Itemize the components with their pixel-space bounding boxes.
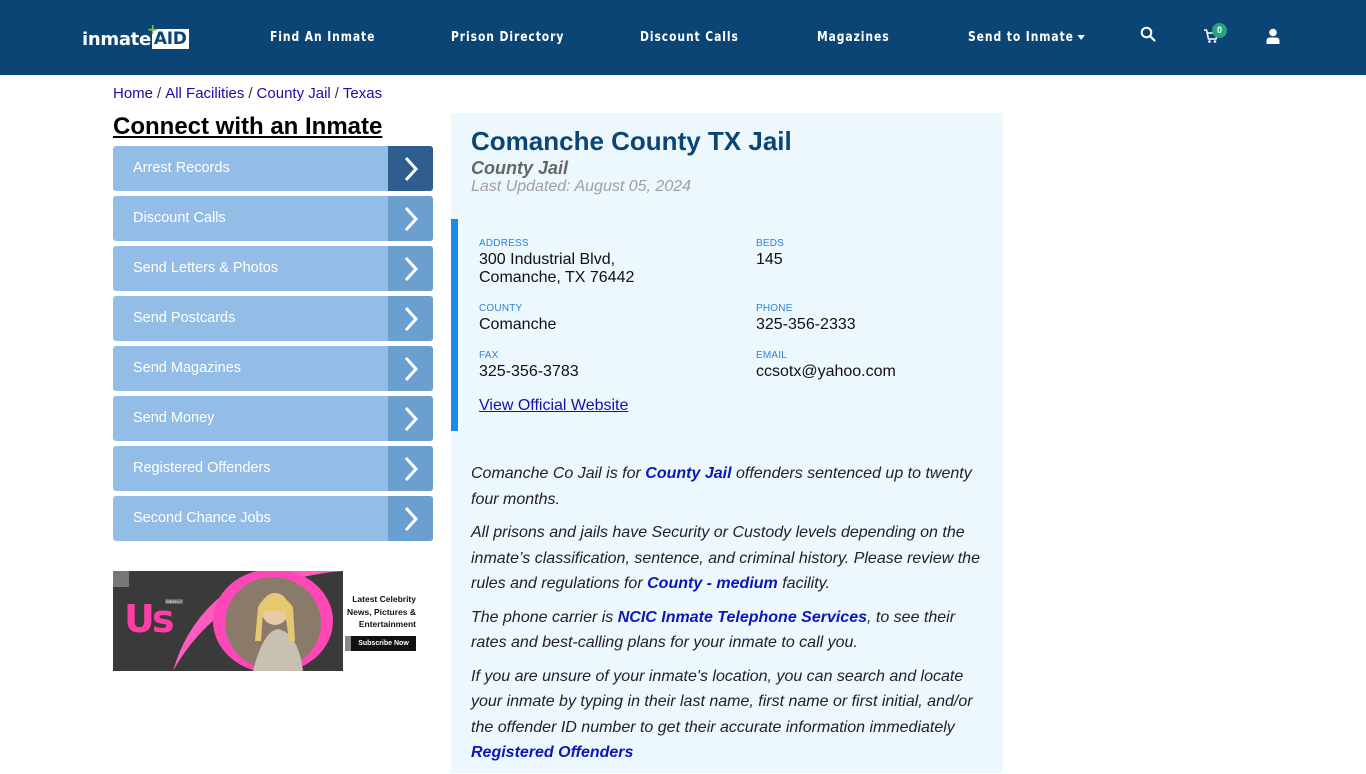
text-span: Comanche Co Jail is for — [471, 465, 646, 482]
ncic-phone-link[interactable]: NCIC Inmate Telephone Services — [618, 609, 867, 626]
text-span: If you are unsure of your inmate's locat… — [471, 667, 973, 736]
county-value: Comanche — [479, 316, 557, 333]
county-medium-link[interactable]: County - medium — [647, 575, 778, 592]
logo-text-accent: + AID — [147, 22, 189, 49]
text-span: The phone carrier is — [471, 608, 618, 626]
description-paragraph-3: The phone carrier is NCIC Inmate Telepho… — [471, 605, 991, 656]
ad-line-1: Latest Celebrity — [352, 594, 416, 604]
sidebar-item-second-chance-jobs[interactable]: Second Chance Jobs — [113, 496, 433, 541]
email-value[interactable]: ccsotx@yahoo.com — [756, 363, 896, 381]
sidebar-item-label: Registered Offenders — [133, 460, 271, 476]
beds-label: BEDS — [756, 238, 785, 249]
plus-icon: + — [146, 22, 159, 38]
nav-send-to-inmate-label: Send to Inmate — [968, 30, 1074, 45]
address-field: ADDRESS 300 Industrial Blvd, Comanche, T… — [479, 238, 634, 287]
official-website-link[interactable]: View Official Website — [479, 397, 628, 415]
sidebar-item-send-postcards[interactable]: Send Postcards — [113, 296, 433, 341]
breadcrumb-home[interactable]: Home — [113, 85, 153, 102]
description-paragraph-2: All prisons and jails have Security or C… — [471, 520, 991, 597]
address-line-2: Comanche, TX 76442 — [479, 269, 635, 286]
phone-value[interactable]: 325-356-2333 — [756, 316, 856, 334]
last-updated: Last Updated: August 05, 2024 — [471, 178, 692, 195]
search-button[interactable] — [1140, 26, 1160, 46]
fax-field: FAX 325-356-3783 — [479, 350, 579, 381]
nav-find-an-inmate[interactable]: Find An Inmate — [270, 30, 375, 45]
chevron-right-icon — [388, 446, 433, 491]
chevron-right-icon — [388, 246, 433, 291]
county-label: COUNTY — [479, 303, 523, 314]
ad-brand-sub: WEEKLY — [165, 599, 184, 604]
description-paragraph-4: If you are unsure of your inmate's locat… — [471, 664, 991, 766]
sidebar-item-label: Send Postcards — [133, 310, 236, 326]
facility-description: Comanche Co Jail is for County Jail offe… — [471, 461, 991, 774]
sidebar-item-label: Send Money — [133, 410, 215, 426]
sidebar-item-label: Second Chance Jobs — [133, 510, 271, 526]
sidebar-item-label: Arrest Records — [133, 160, 230, 176]
ad-line-3: Entertainment — [358, 619, 416, 629]
sidebar-item-send-letters-photos[interactable]: Send Letters & Photos — [113, 246, 433, 291]
breadcrumb-texas[interactable]: Texas — [343, 85, 382, 102]
breadcrumb-county-jail[interactable]: County Jail — [257, 85, 331, 102]
email-label: EMAIL — [756, 350, 788, 361]
search-icon — [1140, 26, 1156, 42]
sidebar-item-registered-offenders[interactable]: Registered Offenders — [113, 446, 433, 491]
description-paragraph-1: Comanche Co Jail is for County Jail offe… — [471, 461, 991, 512]
address-line-1: 300 Industrial Blvd, — [479, 251, 616, 268]
beds-field: BEDS 145 — [756, 238, 784, 269]
top-navigation: inmate + AID Find An Inmate Prison Direc… — [0, 0, 1366, 75]
county-jail-link[interactable]: County Jail — [645, 465, 731, 482]
chevron-right-icon — [388, 196, 433, 241]
ad-subscribe-button[interactable]: Subscribe Now — [345, 636, 416, 651]
chevron-right-icon — [388, 396, 433, 441]
fax-value: 325-356-3783 — [479, 363, 579, 380]
nav-send-to-inmate[interactable]: Send to Inmate — [968, 30, 1085, 45]
address-label: ADDRESS — [479, 238, 529, 249]
logo-text-main: inmate — [82, 28, 151, 50]
breadcrumb: Home / All Facilities / County Jail / Texas — [113, 85, 382, 102]
sidebar-menu: Arrest Records Discount Calls Send Lette… — [113, 146, 433, 546]
breadcrumb-separator: / — [334, 85, 339, 102]
beds-value: 145 — [756, 251, 783, 268]
us-weekly-ad-banner[interactable]: Us WEEKLY Latest Celebrity News, Picture… — [113, 571, 418, 671]
nav-magazines[interactable]: Magazines — [817, 30, 890, 45]
sidebar-title[interactable]: Connect with an Inmate — [113, 113, 382, 141]
chevron-right-icon — [388, 146, 433, 191]
inmateaid-logo[interactable]: inmate + AID — [82, 22, 189, 51]
account-button[interactable] — [1266, 28, 1286, 48]
sidebar-item-label: Send Letters & Photos — [133, 260, 279, 276]
sidebar-item-send-magazines[interactable]: Send Magazines — [113, 346, 433, 391]
sidebar-item-discount-calls[interactable]: Discount Calls — [113, 196, 433, 241]
facility-name: Comanche County TX Jail — [471, 126, 792, 156]
caret-down-icon — [1077, 35, 1085, 40]
ad-tagline: Latest Celebrity News, Pictures & Entert… — [341, 593, 416, 631]
sidebar-item-arrest-records[interactable]: Arrest Records — [113, 146, 433, 191]
email-field: EMAIL ccsotx@yahoo.com — [756, 350, 896, 381]
nav-prison-directory[interactable]: Prison Directory — [451, 30, 564, 45]
facility-type: County Jail — [471, 158, 569, 178]
text-span: facility. — [777, 575, 830, 592]
phone-field: PHONE 325-356-2333 — [756, 303, 856, 334]
facility-info-box: ADDRESS 300 Industrial Blvd, Comanche, T… — [451, 219, 1003, 431]
breadcrumb-all-facilities[interactable]: All Facilities — [165, 85, 244, 102]
sidebar-item-label: Discount Calls — [133, 210, 226, 226]
chevron-right-icon — [388, 296, 433, 341]
breadcrumb-separator: / — [248, 85, 253, 102]
facility-card: Comanche County TX Jail County Jail Last… — [451, 113, 1003, 773]
chevron-right-icon — [388, 346, 433, 391]
user-icon — [1266, 28, 1280, 44]
sidebar-item-label: Send Magazines — [133, 360, 242, 376]
nav-discount-calls[interactable]: Discount Calls — [640, 30, 739, 45]
registered-offenders-link[interactable]: Registered Offenders — [471, 744, 633, 761]
breadcrumb-separator: / — [157, 85, 162, 102]
logo-aid-text: AID — [153, 29, 187, 49]
sidebar-item-send-money[interactable]: Send Money — [113, 396, 433, 441]
cart-count-badge: 0 — [1212, 23, 1227, 38]
fax-label: FAX — [479, 350, 499, 361]
ad-line-2: News, Pictures & — [347, 606, 416, 617]
chevron-right-icon — [388, 496, 433, 541]
phone-label: PHONE — [756, 303, 793, 314]
county-field: COUNTY Comanche — [479, 303, 556, 334]
